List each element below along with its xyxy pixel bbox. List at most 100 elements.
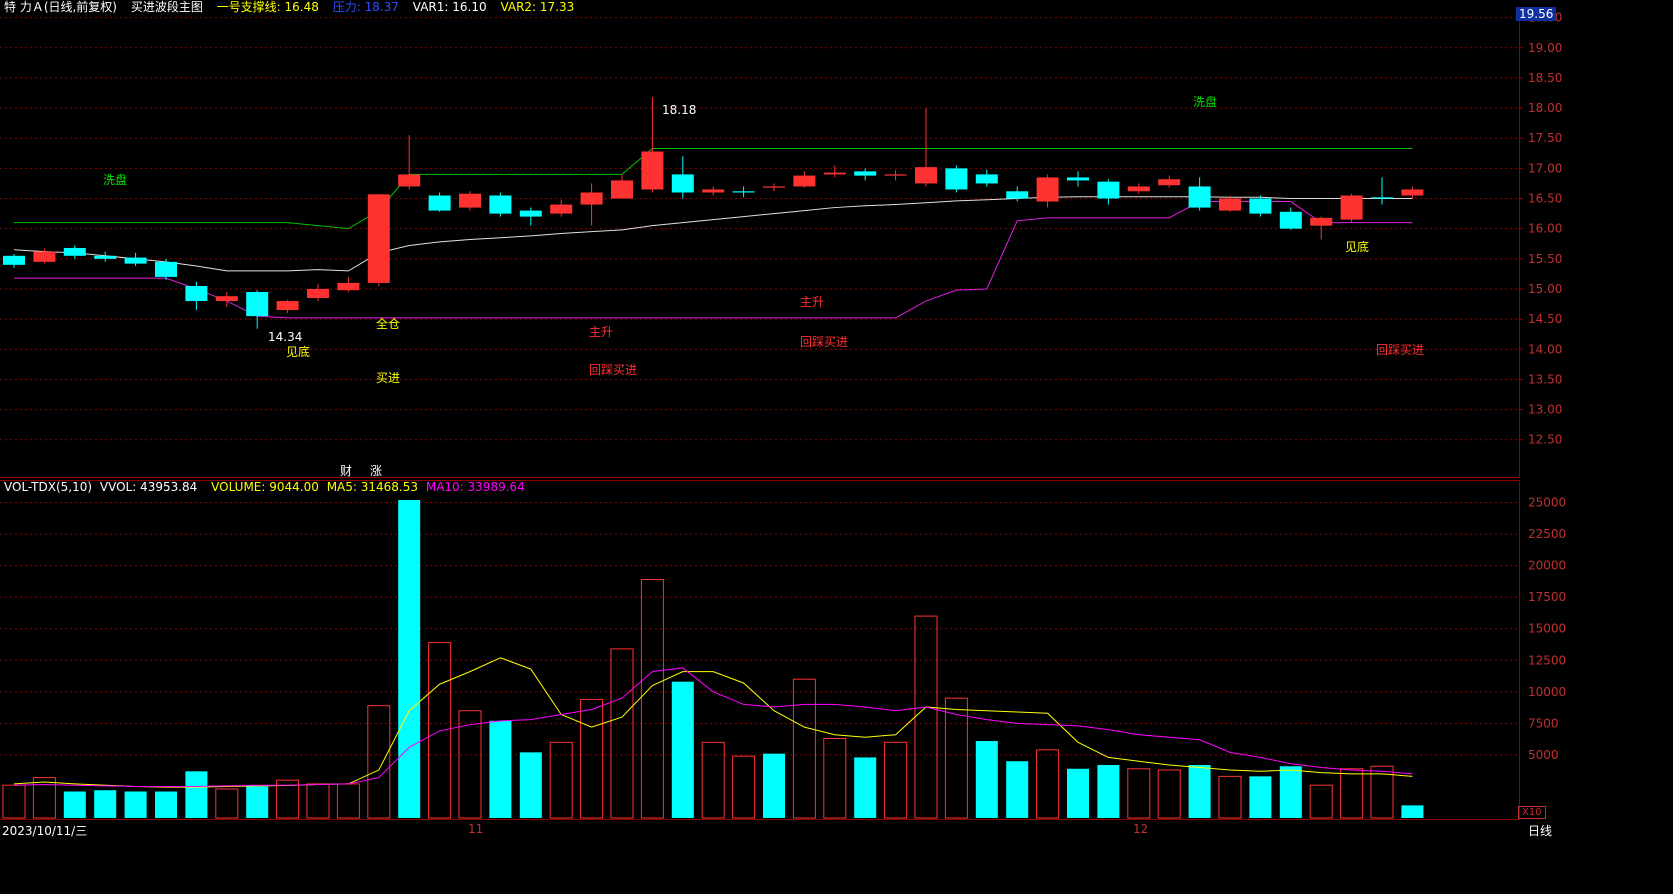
candle-body xyxy=(489,195,512,214)
volume-bar xyxy=(367,705,391,819)
price-tick-label: 13.50 xyxy=(1528,372,1562,386)
volume-bar xyxy=(215,788,239,819)
volume-header: VOL-TDX(5,10) VVOL: 43953.84 VOLUME: 904… xyxy=(4,480,535,494)
price-annotation: 14.34 xyxy=(268,330,302,344)
volume-bar xyxy=(914,615,938,819)
zoom-label[interactable]: X10 xyxy=(1518,806,1546,819)
candle-body xyxy=(793,175,816,187)
volume-bar xyxy=(1188,765,1211,818)
volume-bar xyxy=(94,790,117,818)
volume-tick-label: 5000 xyxy=(1528,748,1559,762)
chart-stage: 19.5019.0018.5018.0017.5017.0016.5016.00… xyxy=(0,0,1673,894)
price-tag: 19.56 xyxy=(1516,7,1557,21)
indicator-title[interactable]: 买进波段主图 xyxy=(131,0,203,14)
volume-bar xyxy=(1157,769,1181,819)
var2-value: VAR2: 17.33 xyxy=(500,0,575,14)
price-annotation: 回踩买进 xyxy=(589,363,637,377)
candle-body xyxy=(1279,211,1302,229)
resistance-value: 压力: 18.37 xyxy=(332,0,399,14)
price-tick-label: 14.00 xyxy=(1528,342,1562,356)
candle-body xyxy=(915,167,937,184)
price-tick-label: 16.00 xyxy=(1528,222,1562,236)
volume-bar xyxy=(610,648,634,819)
volume-bar xyxy=(792,678,816,819)
candle-body xyxy=(215,296,238,302)
volume-bar xyxy=(458,710,482,819)
volume-bar xyxy=(1309,784,1333,819)
candle-body xyxy=(33,251,56,262)
volume-bar xyxy=(549,741,573,819)
candle-body xyxy=(124,257,147,264)
main-header: 特 力Ａ(日线,前复权) 买进波段主图 一号支撑线: 16.48 压力: 18.… xyxy=(4,0,584,15)
candle-body xyxy=(428,195,451,211)
candle-body xyxy=(1340,195,1363,220)
volume-bar xyxy=(975,741,998,818)
price-tick-label: 16.50 xyxy=(1528,192,1562,206)
volume-bar xyxy=(428,642,452,819)
volume-bar xyxy=(155,791,177,818)
candle-body xyxy=(1127,186,1150,192)
candle-body xyxy=(945,168,968,190)
candle-body xyxy=(398,174,421,187)
candle-body xyxy=(519,210,542,217)
period-label[interactable]: 日线 xyxy=(1528,822,1552,839)
volume-indicator-name[interactable]: VOL-TDX(5,10) xyxy=(4,480,92,494)
price-tick-label: 17.50 xyxy=(1528,131,1562,145)
ma5-value: MA5: 31468.53 xyxy=(326,480,419,494)
candle-body xyxy=(1249,198,1272,214)
candle-body xyxy=(1097,181,1120,199)
volume-bar xyxy=(1097,765,1120,818)
candle-body xyxy=(1067,177,1089,181)
price-annotation: 全仓 xyxy=(376,316,400,331)
volume-ma5-line xyxy=(13,657,1413,788)
volume-bar xyxy=(732,755,756,819)
volume-bar xyxy=(398,500,421,818)
volume-bar xyxy=(884,741,908,819)
candle-body xyxy=(611,180,633,199)
volume-bar xyxy=(124,791,147,818)
candle-body xyxy=(1219,198,1241,211)
candle-body xyxy=(884,174,907,176)
candle-body xyxy=(246,291,269,317)
volume-bar xyxy=(519,752,542,818)
price-annotation: 主升 xyxy=(800,295,824,309)
candle-body xyxy=(63,247,86,256)
volume-tick-label: 7500 xyxy=(1528,716,1559,730)
price-tick-label: 17.00 xyxy=(1528,161,1562,175)
trend-line xyxy=(13,196,1413,272)
volume-bar xyxy=(1127,768,1151,819)
candle-body xyxy=(155,261,177,277)
candle-body xyxy=(1006,191,1029,199)
price-annotation: 回踩买进 xyxy=(800,335,848,349)
volume-bar xyxy=(854,757,877,818)
price-tick-label: 13.00 xyxy=(1528,403,1562,417)
volume-bar xyxy=(306,783,330,819)
date-label: 2023/10/11/三 xyxy=(2,824,88,838)
candle-body xyxy=(1310,217,1333,226)
volume-bar xyxy=(489,720,512,818)
volume-bar xyxy=(1067,768,1089,818)
candle-body xyxy=(641,151,664,190)
candle-body xyxy=(1158,179,1181,186)
volume-bar xyxy=(763,753,785,818)
price-annotation: 回踩买进 xyxy=(1376,343,1424,357)
candle-body xyxy=(671,174,694,193)
volume-bar xyxy=(1036,749,1060,819)
volume-bar xyxy=(1401,805,1424,818)
volume-bar xyxy=(336,783,360,819)
candle-body xyxy=(580,192,603,205)
candle-body xyxy=(337,282,360,291)
volume-bar xyxy=(640,579,664,819)
ma10-value: MA10: 33989.64 xyxy=(425,480,525,494)
candle-body xyxy=(550,204,573,214)
candle-body xyxy=(975,174,998,184)
candle-body xyxy=(1371,197,1393,199)
price-annotation: 涨 xyxy=(370,463,382,478)
var1-value: VAR1: 16.10 xyxy=(412,0,487,14)
chart-svg: 19.5019.0018.5018.0017.5017.0016.5016.00… xyxy=(0,11,1566,819)
candle-body xyxy=(94,255,117,259)
candle-body xyxy=(3,255,25,265)
volume-bar xyxy=(1006,761,1029,818)
price-tick-label: 15.00 xyxy=(1528,282,1562,296)
stock-title[interactable]: 特 力Ａ(日线,前复权) xyxy=(4,0,117,14)
